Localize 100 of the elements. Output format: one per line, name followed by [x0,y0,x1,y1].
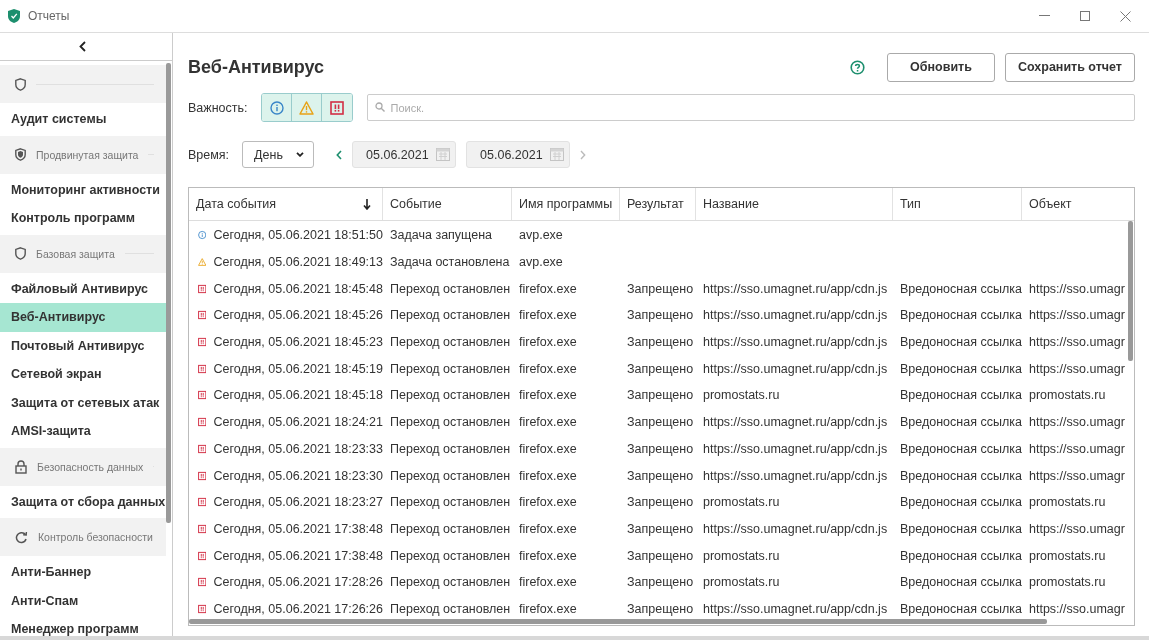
table-cell: Сегодня, 05.06.2021 18:23:27 [213,495,383,510]
sidebar-item[interactable]: Веб-Антивирус [0,303,166,332]
save-report-button[interactable]: Сохранить отчет [1004,52,1135,82]
table-cell: Запрещено [627,415,694,430]
table-cell: https://sso.umagnet.ru/app/cdn.js [703,308,888,323]
table-cell: promostats.ru [1029,388,1106,403]
period-dropdown[interactable]: День [242,141,315,168]
column-header[interactable]: Событие [383,188,512,220]
table-cell: Вредоносная ссылка [900,415,1022,430]
table-cell: Сегодня, 05.06.2021 17:28:26 [213,575,383,590]
table-cell: Переход остановлен [390,575,511,590]
table-cell: Сегодня, 05.06.2021 17:38:48 [213,548,383,563]
table-cell: Переход остановлен [390,548,511,563]
table-cell: Сегодня, 05.06.2021 18:45:23 [213,335,383,350]
table-cell: https://sso.umagr [1029,335,1125,350]
table-cell: firefox.exe [519,575,577,590]
table-cell: firefox.exe [519,521,577,536]
table-cell: Вредоносная ссылка [900,441,1022,456]
table-cell: Переход остановлен [390,521,511,536]
table-cell: promostats.ru [703,388,780,403]
section-header: Продвинутая защита [36,148,139,161]
table-cell: firefox.exe [519,308,577,323]
table-cell: Запрещено [627,495,694,510]
sidebar-item[interactable]: Анти-Спам [0,586,166,615]
table-cell: Запрещено [627,521,694,536]
table-cell: Запрещено [627,335,694,350]
table-cell: Переход остановлен [390,388,511,403]
table-cell: Запрещено [627,601,694,616]
table-cell: Запрещено [627,468,694,483]
table-cell: Переход остановлен [390,308,511,323]
sidebar-item[interactable]: Анти-Баннер [0,558,166,587]
section-header: Базовая защита [36,247,115,260]
sidebar-item[interactable]: AMSI-защита [0,417,166,446]
table-cell: firefox.exe [519,415,577,430]
window-title: Отчеты [28,9,71,23]
sidebar-item[interactable]: Менеджер программ [0,615,166,636]
table-cell: Вредоносная ссылка [900,361,1022,376]
table-cell: Запрещено [627,441,694,456]
time-label: Время: [188,147,230,162]
table-cell: Запрещено [627,308,694,323]
table-cell: firefox.exe [519,495,577,510]
sidebar-item[interactable]: Файловый Антивирус [0,274,166,303]
table-cell: Переход остановлен [390,361,511,376]
table-cell: firefox.exe [519,388,577,403]
table-cell: firefox.exe [519,468,577,483]
table-cell: Переход остановлен [390,468,511,483]
table-cell: https://sso.umagr [1029,361,1125,376]
table-cell: https://sso.umagr [1029,281,1125,296]
column-header[interactable]: Тип [893,188,1022,220]
section-header: Безопасность данных [37,460,144,473]
date-to-field[interactable]: 05.06.2021 [466,141,571,168]
column-header[interactable]: Название [696,188,893,220]
column-header[interactable]: Имя программы [512,188,620,220]
table-cell: Вредоносная ссылка [900,548,1022,563]
table-cell: Сегодня, 05.06.2021 18:49:13 [213,255,383,270]
sidebar-item[interactable]: Сетевой экран [0,360,166,389]
table-cell: https://sso.umagnet.ru/app/cdn.js [703,361,888,376]
table-cell: Сегодня, 05.06.2021 18:45:18 [213,388,383,403]
table-cell: firefox.exe [519,441,577,456]
table-cell: https://sso.umagnet.ru/app/cdn.js [703,335,888,350]
table-cell: firefox.exe [519,601,577,616]
table-cell: https://sso.umagr [1029,415,1125,430]
table-cell: Переход остановлен [390,335,511,350]
table-cell: Запрещено [627,548,694,563]
table-cell: promostats.ru [703,575,780,590]
table-cell: Вредоносная ссылка [900,468,1022,483]
sidebar-item[interactable]: Мониторинг активности [0,175,166,204]
sidebar-item[interactable]: Аудит системы [0,105,166,134]
table-cell: promostats.ru [1029,548,1106,563]
table-cell: https://sso.umagnet.ru/app/cdn.js [703,281,888,296]
column-header[interactable]: Дата события [189,188,383,220]
table-cell: Сегодня, 05.06.2021 18:23:30 [213,468,383,483]
table-cell: Запрещено [627,575,694,590]
table-cell: firefox.exe [519,548,577,563]
sidebar-item[interactable]: Контроль программ [0,204,166,233]
table-cell: promostats.ru [703,548,780,563]
table-cell: Сегодня, 05.06.2021 18:45:19 [213,361,383,376]
table-cell: Вредоносная ссылка [900,495,1022,510]
table-cell: Вредоносная ссылка [900,521,1022,536]
table-cell: firefox.exe [519,361,577,376]
column-header[interactable]: Результат [620,188,696,220]
table-cell: Сегодня, 05.06.2021 17:38:48 [213,521,383,536]
table-cell: avp.exe [519,228,563,243]
search-field[interactable]: Поиск. [367,94,1135,121]
column-header[interactable]: Объект [1022,188,1134,220]
table-cell: Переход остановлен [390,415,511,430]
table-cell: Сегодня, 05.06.2021 17:26:26 [213,601,383,616]
date-from-field[interactable]: 05.06.2021 [352,141,457,168]
table-cell: https://sso.umagnet.ru/app/cdn.js [703,441,888,456]
table-cell: firefox.exe [519,281,577,296]
table-cell: Сегодня, 05.06.2021 18:45:48 [213,281,383,296]
sidebar-item[interactable]: Защита от сетевых атак [0,388,166,417]
table-cell: https://sso.umagnet.ru/app/cdn.js [703,601,888,616]
sidebar-item[interactable]: Почтовый Антивирус [0,331,166,360]
refresh-button[interactable]: Обновить [886,52,995,82]
table-cell: Вредоносная ссылка [900,388,1022,403]
table-cell: Переход остановлен [390,601,511,616]
table-cell: Задача остановлена [390,255,510,270]
table-cell: Переход остановлен [390,441,511,456]
sidebar-item[interactable]: Защита от сбора данных [0,487,166,516]
